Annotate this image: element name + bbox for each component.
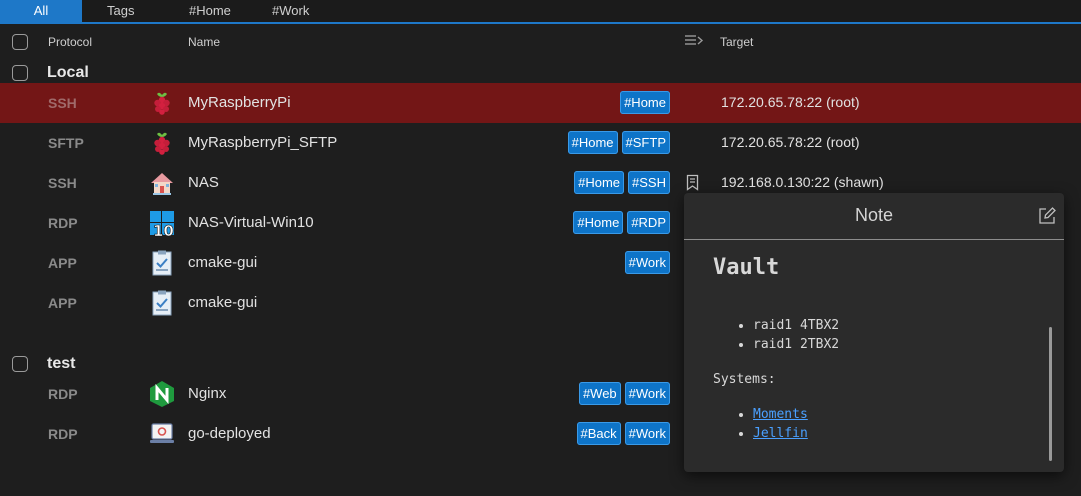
connection-name: MyRaspberryPi	[188, 94, 291, 111]
raspberry-pi-icon	[154, 132, 170, 155]
tag-badge[interactable]: #Home	[573, 211, 624, 234]
systems-label: Systems:	[713, 372, 776, 387]
tag-badge[interactable]: #RDP	[627, 211, 670, 234]
note-bullet-list: raid1 4TBX2 raid1 2TBX2	[713, 316, 1043, 354]
protocol-column-header[interactable]: Protocol	[48, 35, 92, 49]
note-link-moments[interactable]: Moments	[753, 407, 808, 422]
target-column-header[interactable]: Target	[720, 35, 753, 49]
tag-list: #Work	[624, 251, 670, 274]
target-address: 172.20.65.78:22 (root)	[721, 134, 860, 150]
connection-name: NAS-Virtual-Win10	[188, 214, 314, 231]
tag-badge[interactable]: #SSH	[628, 171, 670, 194]
protocol-label: APP	[48, 255, 77, 271]
list-item: Jellfin	[753, 424, 1043, 443]
tab-all[interactable]: All	[0, 0, 82, 22]
tag-list: #Home	[620, 91, 670, 114]
connection-name: cmake-gui	[188, 254, 258, 271]
tag-badge[interactable]: #Work	[624, 382, 670, 405]
connection-name: go-deployed	[188, 425, 271, 442]
protocol-label: APP	[48, 295, 77, 311]
tag-list: #Home #SFTP	[567, 131, 670, 154]
protocol-label: RDP	[48, 215, 78, 231]
note-content: Vault raid1 4TBX2 raid1 2TBX2 Systems: M…	[713, 251, 1043, 443]
target-address: 172.20.65.78:22 (root)	[721, 94, 860, 110]
list-item: raid1 2TBX2	[753, 335, 1043, 354]
tag-list: #Home #SSH	[574, 171, 670, 194]
tab-tags[interactable]: Tags	[107, 0, 134, 22]
protocol-label: SSH	[48, 95, 77, 111]
connection-name: cmake-gui	[188, 294, 258, 311]
list-item[interactable]: SFTP MyRaspberryPi_SFTP #Home #SFTP 172.…	[0, 123, 1081, 163]
tag-list: #Home #RDP	[573, 211, 670, 234]
note-scrollbar[interactable]	[1049, 327, 1052, 461]
protocol-label: RDP	[48, 386, 78, 402]
list-header: Protocol Name Target	[0, 24, 1081, 60]
note-icon[interactable]	[686, 174, 699, 191]
tag-list: #Web #Work	[578, 382, 670, 405]
tag-badge[interactable]: #Home	[567, 131, 618, 154]
raspberry-pi-icon	[154, 92, 170, 115]
list-item: raid1 4TBX2	[753, 316, 1043, 335]
tag-badge[interactable]: #Work	[624, 251, 670, 274]
tag-badge[interactable]: #SFTP	[621, 131, 670, 154]
deploy-monitor-icon	[150, 423, 174, 443]
clipboard-app-icon	[152, 290, 172, 316]
tag-badge[interactable]: #Work	[624, 422, 670, 445]
tab-work[interactable]: #Work	[272, 0, 309, 22]
tag-badge[interactable]: #Back	[576, 422, 621, 445]
tab-home[interactable]: #Home	[189, 0, 231, 22]
note-popup: Note Vault raid1 4TBX2 raid1 2TBX2 Syste…	[684, 193, 1064, 472]
nginx-icon	[150, 381, 174, 407]
group-name: test	[47, 355, 76, 372]
connection-name: Nginx	[188, 385, 227, 402]
target-address: 192.168.0.130:22 (shawn)	[721, 174, 884, 190]
group-checkbox[interactable]	[12, 356, 28, 372]
protocol-label: SFTP	[48, 135, 84, 151]
divider	[684, 239, 1064, 240]
group-name: Local	[47, 64, 89, 81]
group-checkbox[interactable]	[12, 65, 28, 81]
note-link-jellfin[interactable]: Jellfin	[753, 426, 808, 441]
list-item: Moments	[753, 405, 1043, 424]
note-heading: Vault	[713, 255, 780, 280]
tag-badge[interactable]: #Home	[574, 171, 625, 194]
edit-icon[interactable]	[1038, 207, 1056, 225]
protocol-label: SSH	[48, 175, 77, 191]
connection-name: NAS	[188, 174, 219, 191]
columns-toggle-icon[interactable]	[684, 34, 704, 48]
note-link-list: Moments Jellfin	[713, 405, 1043, 443]
tab-bar: All Tags #Home #Work	[0, 0, 1081, 24]
list-item[interactable]: SSH MyRaspberryPi #Home 172.20.65.78:22 …	[0, 83, 1081, 123]
windows-10-icon: 10	[150, 211, 174, 237]
protocol-label: RDP	[48, 426, 78, 442]
tag-list: #Back #Work	[576, 422, 670, 445]
tag-badge[interactable]: #Web	[578, 382, 621, 405]
clipboard-app-icon	[152, 250, 172, 276]
note-popup-title: Note	[854, 205, 894, 225]
connection-name: MyRaspberryPi_SFTP	[188, 134, 338, 151]
select-all-checkbox[interactable]	[12, 34, 28, 50]
svg-text:10: 10	[153, 222, 174, 237]
tag-badge[interactable]: #Home	[620, 91, 670, 114]
house-icon	[151, 173, 173, 195]
name-column-header[interactable]: Name	[188, 35, 220, 49]
